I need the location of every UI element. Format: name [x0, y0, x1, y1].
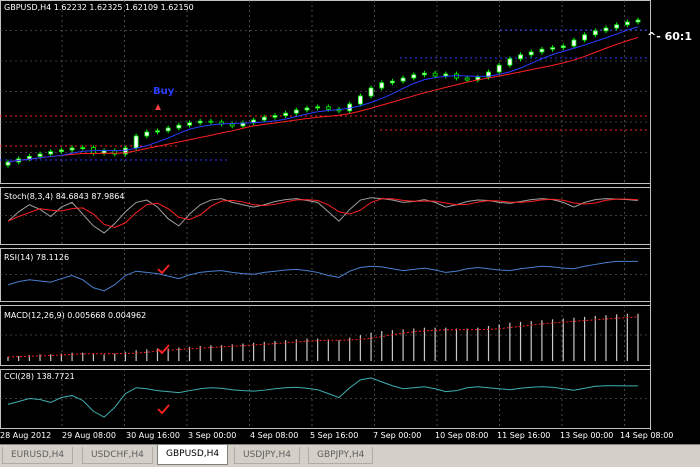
- candle: [208, 120, 214, 123]
- candle: [144, 131, 150, 137]
- tab-usdjpy[interactable]: USDJPY,H4: [234, 447, 300, 464]
- candle: [635, 19, 641, 23]
- candle: [571, 39, 577, 47]
- tab-eurusd[interactable]: EURUSD,H4: [2, 447, 74, 464]
- time-label: 5 Sep 16:00: [310, 431, 359, 440]
- price-header: GBPUSD,H4 1.62232 1.62325 1.62109 1.6215…: [4, 3, 194, 12]
- candle: [390, 80, 395, 84]
- check-icon: [157, 264, 170, 275]
- cci-line: [7, 377, 639, 418]
- candle: [550, 47, 555, 50]
- time-label: 14 Sep 08:00: [620, 431, 674, 440]
- candle: [229, 123, 235, 127]
- candle: [5, 161, 11, 166]
- candle: [624, 21, 630, 26]
- macd-signal-line: [7, 316, 639, 358]
- candle: [464, 77, 470, 81]
- stoch-label: Stoch(8,3,4) 84.6843 87.9864: [4, 192, 125, 201]
- time-label: 13 Sep 00:00: [560, 431, 614, 440]
- candle: [155, 130, 160, 133]
- candle: [400, 77, 406, 82]
- time-label: 30 Aug 16:00: [126, 431, 180, 440]
- time-label: 3 Sep 00:00: [188, 431, 237, 440]
- candle: [539, 48, 545, 53]
- candle: [165, 127, 171, 132]
- candle: [58, 149, 64, 152]
- candle: [582, 34, 588, 41]
- candle: [315, 106, 321, 109]
- candle: [69, 147, 75, 151]
- time-label: 7 Sep 00:00: [373, 431, 422, 440]
- rsi-line: [7, 260, 638, 292]
- candle: [496, 64, 502, 73]
- candle: [614, 24, 620, 29]
- buy-label: Buy: [153, 86, 175, 97]
- candle: [176, 124, 182, 129]
- buy-arrow-icon: [155, 104, 161, 110]
- rsi-label: RSI(14) 78.1126: [4, 253, 70, 262]
- candle: [560, 45, 566, 48]
- ma-red-line: [7, 37, 639, 163]
- cci-label: CCI(28) 138.7721: [4, 372, 75, 381]
- candle: [357, 95, 363, 105]
- candle: [48, 151, 54, 155]
- candle: [304, 107, 310, 111]
- time-label: 28 Aug 2012: [0, 431, 52, 440]
- candle: [507, 58, 513, 66]
- time-label: 10 Sep 08:00: [435, 431, 489, 440]
- candle: [411, 74, 417, 79]
- candle: [187, 122, 192, 126]
- candle: [518, 54, 523, 60]
- chart-canvas[interactable]: [0, 0, 700, 444]
- ma-blue-line: [7, 26, 639, 163]
- candle: [261, 116, 267, 121]
- tab-gbpusd[interactable]: GBPUSD,H4: [157, 445, 229, 465]
- candle: [293, 109, 299, 114]
- candle: [197, 120, 203, 124]
- time-label: 11 Sep 16:00: [497, 431, 551, 440]
- ratio-annotation: ^- 60:1: [647, 30, 692, 43]
- stoch-signal-line: [7, 198, 639, 228]
- candle: [37, 153, 43, 157]
- candle: [80, 147, 86, 150]
- candle: [283, 112, 289, 116]
- candle: [592, 30, 598, 36]
- symbol-tab-bar: EURUSD,H4 USDCHF,H4 GBPUSD,H4 USDJPY,H4 …: [0, 444, 700, 467]
- time-label: 29 Aug 08:00: [62, 431, 116, 440]
- tab-gbpjpy[interactable]: GBPJPY,H4: [308, 447, 374, 464]
- check-icon: [157, 344, 170, 355]
- macd-label: MACD(12,26,9) 0.005668 0.004962: [4, 311, 147, 320]
- candle: [272, 115, 278, 118]
- candle: [432, 72, 438, 77]
- candle: [133, 135, 139, 149]
- candle: [325, 106, 331, 110]
- candle: [422, 72, 427, 76]
- cci-pane-frame: [0, 369, 651, 429]
- tab-usdchf[interactable]: USDCHF,H4: [82, 447, 153, 464]
- candle: [379, 82, 385, 89]
- time-label: 4 Sep 08:00: [250, 431, 299, 440]
- candle: [603, 27, 609, 32]
- chart-window[interactable]: GBPUSD,H4 1.62232 1.62325 1.62109 1.6215…: [0, 0, 700, 444]
- price-pane-frame: [0, 0, 651, 184]
- check-icon: [157, 404, 170, 415]
- candle: [368, 87, 374, 97]
- candle: [528, 51, 534, 56]
